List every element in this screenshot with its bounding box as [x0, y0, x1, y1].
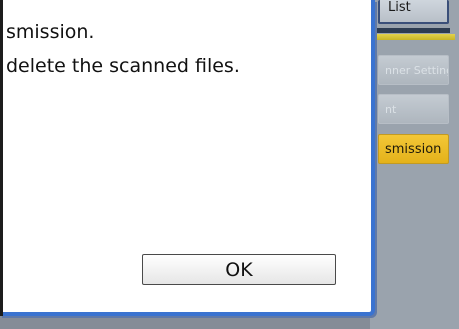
dialog-edge	[0, 0, 3, 316]
background-panel	[370, 0, 459, 329]
divider-bar	[375, 28, 450, 33]
confirmation-dialog: smission. delete the scanned files. OK	[0, 0, 375, 316]
status-strip	[375, 34, 455, 40]
list-button[interactable]: List	[378, 0, 449, 24]
print-button[interactable]: nt	[378, 94, 449, 124]
dialog-message-line-2: delete the scanned files.	[6, 55, 240, 77]
dialog-message-line-1: smission.	[6, 21, 95, 43]
ok-button[interactable]: OK	[142, 254, 336, 285]
transmission-button[interactable]: smission	[378, 134, 449, 164]
scanner-settings-button[interactable]: nner Settings	[378, 55, 449, 85]
screen: List nner Settings nt smission smission.…	[0, 0, 459, 329]
